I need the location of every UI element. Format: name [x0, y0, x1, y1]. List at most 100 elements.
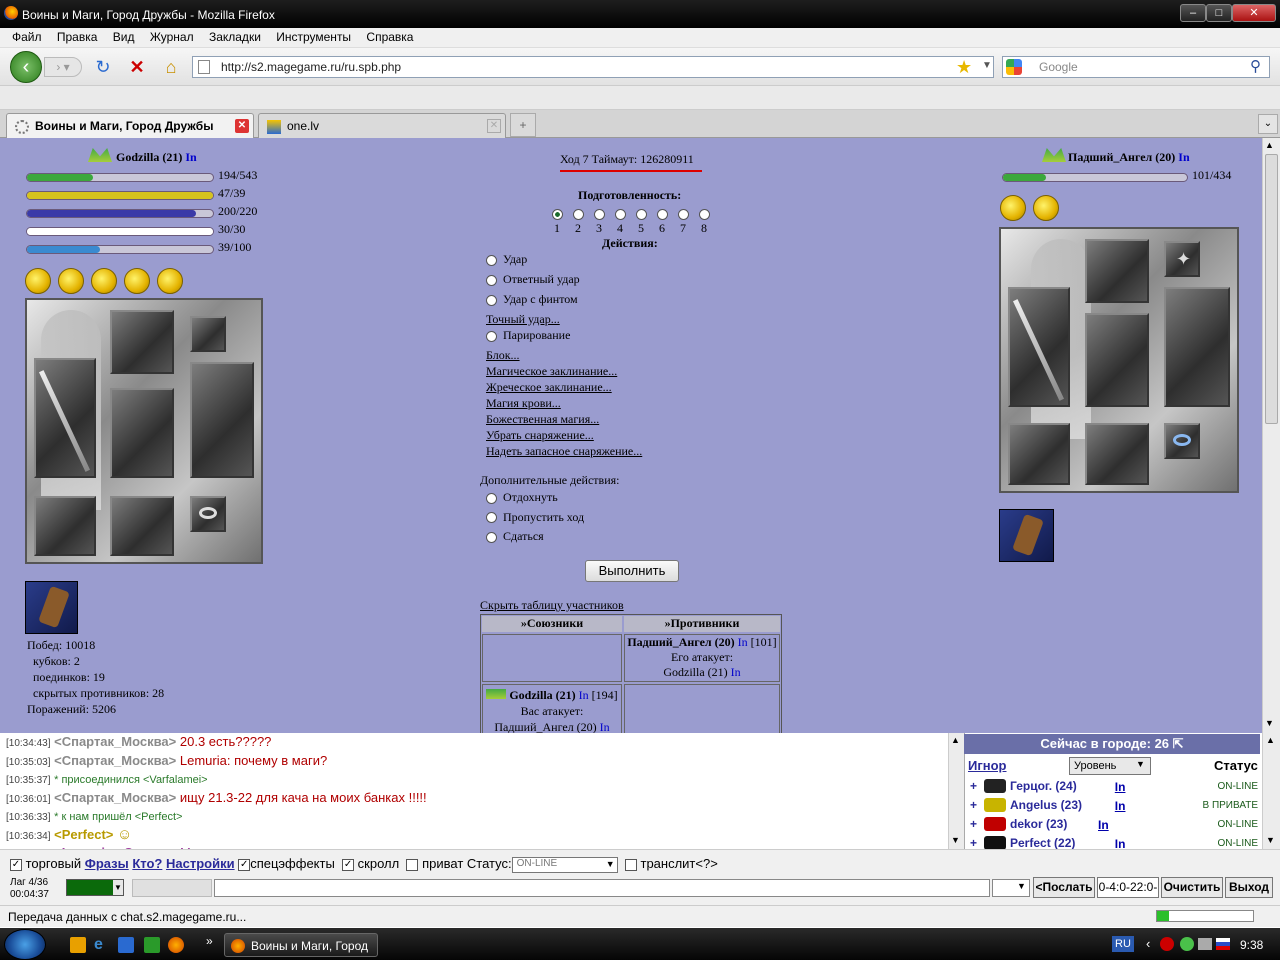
preparedness-option[interactable]: 8: [697, 206, 711, 236]
menu-help[interactable]: Справка: [360, 28, 419, 46]
online-user-row[interactable]: + Angelus (23) In В ПРИВАТЕ: [964, 797, 1260, 816]
preparedness-option[interactable]: 1: [550, 206, 564, 236]
trade-checkbox[interactable]: ✓: [10, 858, 22, 871]
radio-icon[interactable]: [698, 208, 710, 220]
action-radio[interactable]: Удар: [486, 252, 527, 267]
back-arrow-icon[interactable]: ‹: [10, 51, 42, 83]
tab-inactive[interactable]: one.lv ✕: [258, 113, 506, 138]
hide-table-link[interactable]: Скрыть таблицу участников: [480, 598, 624, 613]
menu-edit[interactable]: Правка: [51, 28, 104, 46]
online-user-in-link[interactable]: In: [1098, 818, 1109, 832]
menu-file[interactable]: Файл: [6, 28, 48, 46]
action-radio[interactable]: Парирование: [486, 328, 570, 343]
recipient-field[interactable]: [132, 879, 212, 897]
close-tab-icon[interactable]: ✕: [487, 119, 501, 133]
slot-shield[interactable]: [1164, 287, 1230, 407]
action-link[interactable]: Точный удар...: [486, 312, 560, 327]
slot-armor[interactable]: [1085, 313, 1149, 407]
scroll-up-icon[interactable]: ▲: [951, 735, 960, 745]
radio-icon[interactable]: [486, 512, 497, 524]
level-select[interactable]: Уровень ▼: [1069, 757, 1151, 775]
action-link[interactable]: Блок...: [486, 348, 520, 363]
radio-icon[interactable]: [486, 294, 497, 306]
radio-icon[interactable]: [486, 330, 497, 342]
send-button[interactable]: <Послать: [1033, 877, 1095, 898]
menu-history[interactable]: Журнал: [144, 28, 200, 46]
radio-icon[interactable]: [635, 208, 647, 220]
preparedness-option[interactable]: 6: [655, 206, 669, 236]
online-user-name[interactable]: Angelus (23): [1010, 798, 1082, 812]
slot-ring[interactable]: [1164, 423, 1200, 459]
home-icon[interactable]: ⌂: [160, 56, 182, 78]
ie-icon[interactable]: e: [94, 936, 103, 954]
scroll-thumb[interactable]: [1265, 154, 1278, 424]
player-info-link[interactable]: In: [185, 150, 196, 164]
scroll-down-icon[interactable]: ▼: [1266, 835, 1275, 845]
code-field[interactable]: 0-4:0-22:0-: [1097, 877, 1159, 898]
enemy-gauntlet-icon[interactable]: [999, 509, 1054, 562]
effects-checkbox[interactable]: ✓: [238, 858, 251, 871]
translit-checkbox[interactable]: [624, 858, 637, 871]
slot-head[interactable]: [1085, 239, 1149, 303]
preparedness-option[interactable]: 5: [634, 206, 648, 236]
online-user-in-link[interactable]: In: [1115, 799, 1126, 813]
who-link[interactable]: Кто?: [132, 856, 162, 871]
page-scrollbar[interactable]: ▲ ▼: [1262, 138, 1280, 733]
action-link[interactable]: Жреческое заклинание...: [486, 380, 612, 395]
start-button[interactable]: [4, 929, 46, 960]
translit-help-link[interactable]: <?>: [695, 856, 717, 871]
radio-icon[interactable]: [614, 208, 626, 220]
action-link[interactable]: Магия крови...: [486, 396, 561, 411]
expand-icon[interactable]: +: [970, 779, 977, 793]
extra-action-radio[interactable]: Отдохнуть: [486, 490, 558, 505]
online-user-row[interactable]: + Perfect (22) In ON-LINE: [964, 835, 1260, 849]
enemy-attacker-in-link[interactable]: In: [731, 665, 741, 679]
phrases-link[interactable]: Фразы: [85, 856, 129, 871]
taskbar-task[interactable]: Воины и Маги, Город ...: [224, 933, 378, 967]
google-icon[interactable]: [1006, 59, 1022, 75]
action-link[interactable]: Магическое заклинание...: [486, 364, 617, 379]
online-user-in-link[interactable]: In: [1115, 780, 1126, 794]
close-window-button[interactable]: ✕: [1232, 4, 1276, 22]
maximize-button[interactable]: □: [1206, 4, 1232, 22]
private-checkbox[interactable]: [406, 858, 419, 871]
enemy-in-link[interactable]: In: [738, 635, 748, 649]
scroll-up-icon[interactable]: ▲: [1265, 140, 1274, 150]
search-input[interactable]: Google: [1002, 56, 1270, 78]
extra-action-radio[interactable]: Пропустить ход: [486, 510, 584, 525]
desktop-icon[interactable]: [118, 937, 134, 953]
tab-active[interactable]: Воины и Маги, Город Дружбы ✕: [6, 113, 254, 138]
messenger-icon[interactable]: [1180, 937, 1194, 951]
radio-icon[interactable]: [486, 531, 497, 543]
action-radio[interactable]: Удар с финтом: [486, 292, 578, 307]
url-bar[interactable]: http://s2.magegame.ru/ru.spb.php: [192, 56, 994, 78]
media-player-icon[interactable]: [70, 937, 86, 953]
chat-nick[interactable]: <Спартак_Москва>: [54, 753, 176, 768]
language-indicator[interactable]: RU: [1112, 936, 1134, 952]
execute-button[interactable]: Выполнить: [585, 560, 679, 582]
action-link[interactable]: Божественная магия...: [486, 412, 599, 427]
preparedness-option[interactable]: 4: [613, 206, 627, 236]
radio-icon[interactable]: [486, 254, 497, 266]
expand-icon[interactable]: +: [970, 798, 977, 812]
slot-boots[interactable]: [1085, 423, 1149, 485]
slot-boots[interactable]: [110, 496, 174, 556]
slot-legs[interactable]: [34, 496, 96, 556]
ally-attacker-in-link[interactable]: In: [600, 720, 610, 733]
forward-arrow-icon[interactable]: › ▾: [44, 57, 82, 77]
scroll-down-icon[interactable]: ▼: [1265, 718, 1274, 728]
action-link[interactable]: Убрать снаряжение...: [486, 428, 594, 443]
menu-tools[interactable]: Инструменты: [270, 28, 357, 46]
app-icon[interactable]: [144, 937, 160, 953]
network-icon[interactable]: [1198, 938, 1212, 950]
antivirus-icon[interactable]: [1160, 937, 1174, 951]
slot-legs[interactable]: [1008, 423, 1070, 485]
menu-view[interactable]: Вид: [107, 28, 141, 46]
slot-ring[interactable]: [190, 496, 226, 532]
action-radio[interactable]: Ответный удар: [486, 272, 580, 287]
slot-small[interactable]: [190, 316, 226, 352]
radio-icon[interactable]: [551, 208, 563, 220]
exit-button[interactable]: Выход: [1225, 877, 1273, 898]
settings-link[interactable]: Настройки: [166, 856, 235, 871]
slot-weapon[interactable]: [1008, 287, 1070, 407]
